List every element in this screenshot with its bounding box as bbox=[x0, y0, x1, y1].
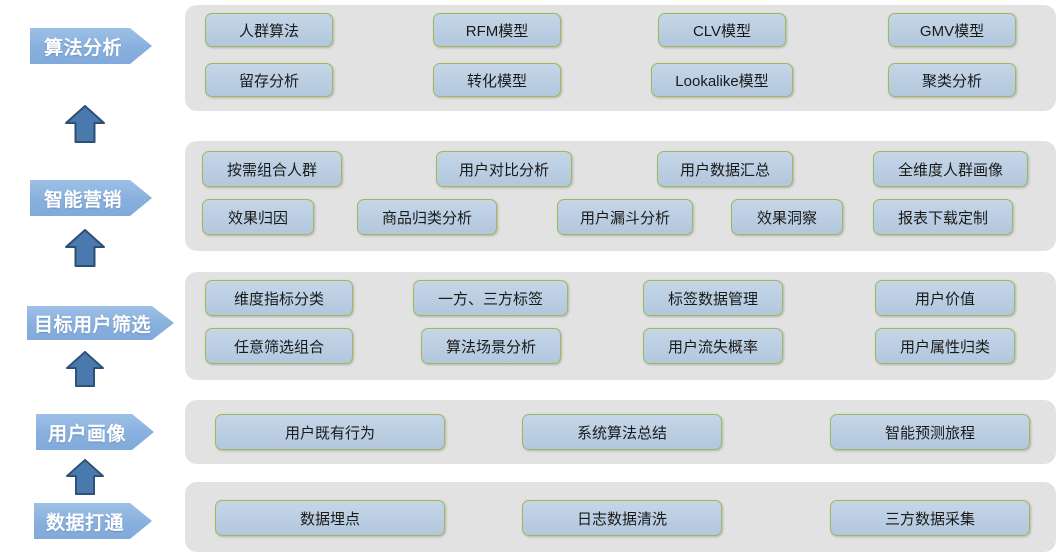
node-item[interactable]: CLV模型 bbox=[658, 13, 786, 47]
node-item[interactable]: 用户流失概率 bbox=[643, 328, 783, 364]
node-item[interactable]: 全维度人群画像 bbox=[873, 151, 1028, 187]
stage-label-rail: 算法分析智能营销目标用户筛选用户画像数据打通 bbox=[0, 0, 185, 558]
node-item[interactable]: 用户对比分析 bbox=[436, 151, 572, 187]
node-label: 全维度人群画像 bbox=[897, 161, 1003, 179]
node-label: 用户属性归类 bbox=[899, 338, 990, 356]
node-item[interactable]: 用户属性归类 bbox=[875, 328, 1015, 364]
node-item[interactable]: 效果归因 bbox=[202, 199, 314, 235]
arrow-up-icon bbox=[64, 228, 106, 268]
node-item[interactable]: Lookalike模型 bbox=[651, 63, 793, 97]
node-item[interactable]: RFM模型 bbox=[433, 13, 561, 47]
stage-label-text: 数据打通 bbox=[45, 512, 124, 534]
node-label: 用户漏斗分析 bbox=[579, 209, 670, 227]
arrow-up-icon bbox=[64, 104, 106, 144]
node-label: 人群算法 bbox=[238, 22, 299, 40]
stage-label-text: 智能营销 bbox=[43, 189, 122, 211]
node-item[interactable]: 人群算法 bbox=[205, 13, 333, 47]
node-label: 算法场景分析 bbox=[445, 338, 536, 356]
node-item[interactable]: 算法场景分析 bbox=[421, 328, 561, 364]
node-label: 三方数据采集 bbox=[884, 510, 975, 528]
node-label: 用户价值 bbox=[914, 290, 975, 308]
node-label: 效果归因 bbox=[227, 209, 288, 227]
node-label: 用户流失概率 bbox=[667, 338, 758, 356]
node-item[interactable]: 日志数据清洗 bbox=[522, 500, 722, 536]
panel-stage-algorithm-analysis: 人群算法 RFM模型 CLV模型 GMV模型留存分析 转化模型 Lookalike模型 聚类… bbox=[185, 5, 1056, 111]
node-label: CLV模型 bbox=[692, 22, 752, 40]
panel-stage-intelligent-marketing: 按需组合人群 用户对比分析 用户数据汇总 全维度人群画像效果归因 商品归类分析 用户漏斗分… bbox=[185, 141, 1056, 251]
stage-label-text: 用户画像 bbox=[47, 423, 126, 445]
node-item[interactable]: 用户数据汇总 bbox=[657, 151, 793, 187]
node-label: 商品归类分析 bbox=[381, 209, 472, 227]
stage-label-stage-data-integration[interactable]: 数据打通 bbox=[34, 503, 152, 539]
node-label: RFM模型 bbox=[465, 22, 529, 40]
node-label: 留存分析 bbox=[238, 72, 299, 90]
node-item[interactable]: 任意筛选组合 bbox=[205, 328, 353, 364]
node-item[interactable]: 报表下载定制 bbox=[873, 199, 1013, 235]
node-label: 转化模型 bbox=[466, 72, 527, 90]
arrow-up-icon bbox=[64, 458, 106, 496]
node-item[interactable]: 用户既有行为 bbox=[215, 414, 445, 450]
node-item[interactable]: 用户价值 bbox=[875, 280, 1015, 316]
node-label: 一方、三方标签 bbox=[437, 290, 543, 308]
node-label: 用户既有行为 bbox=[284, 424, 375, 442]
node-label: 任意筛选组合 bbox=[233, 338, 324, 356]
node-item[interactable]: 数据埋点 bbox=[215, 500, 445, 536]
node-label: 维度指标分类 bbox=[233, 290, 324, 308]
node-item[interactable]: 标签数据管理 bbox=[643, 280, 783, 316]
node-item[interactable]: 效果洞察 bbox=[731, 199, 843, 235]
panel-stage-user-profile: 用户既有行为 系统算法总结 智能预测旅程 bbox=[185, 400, 1056, 464]
stage-label-text: 目标用户筛选 bbox=[33, 314, 151, 336]
node-item[interactable]: 智能预测旅程 bbox=[830, 414, 1030, 450]
stage-label-stage-algorithm-analysis[interactable]: 算法分析 bbox=[30, 28, 152, 64]
node-item[interactable]: 系统算法总结 bbox=[522, 414, 722, 450]
node-item[interactable]: 用户漏斗分析 bbox=[557, 199, 693, 235]
node-label: Lookalike模型 bbox=[675, 72, 769, 90]
node-label: GMV模型 bbox=[919, 22, 985, 40]
node-label: 报表下载定制 bbox=[897, 209, 988, 227]
stage-label-stage-user-profile[interactable]: 用户画像 bbox=[36, 414, 154, 450]
node-item[interactable]: 转化模型 bbox=[433, 63, 561, 97]
arrow-up-icon bbox=[64, 350, 106, 388]
node-label: 效果洞察 bbox=[756, 209, 817, 227]
stage-label-text: 算法分析 bbox=[43, 37, 122, 59]
node-label: 系统算法总结 bbox=[576, 424, 667, 442]
node-item[interactable]: 商品归类分析 bbox=[357, 199, 497, 235]
node-item[interactable]: 留存分析 bbox=[205, 63, 333, 97]
node-label: 数据埋点 bbox=[299, 510, 360, 528]
panel-stage-target-user-filter: 维度指标分类 一方、三方标签 标签数据管理 用户价值任意筛选组合 算法场景分析 用户流失概… bbox=[185, 272, 1056, 380]
node-label: 用户对比分析 bbox=[458, 161, 549, 179]
node-item[interactable]: GMV模型 bbox=[888, 13, 1016, 47]
node-item[interactable]: 三方数据采集 bbox=[830, 500, 1030, 536]
node-item[interactable]: 按需组合人群 bbox=[202, 151, 342, 187]
node-label: 用户数据汇总 bbox=[679, 161, 770, 179]
node-label: 按需组合人群 bbox=[226, 161, 317, 179]
node-item[interactable]: 聚类分析 bbox=[888, 63, 1016, 97]
node-label: 智能预测旅程 bbox=[884, 424, 975, 442]
stage-label-stage-target-user-filter[interactable]: 目标用户筛选 bbox=[27, 306, 174, 340]
stage-label-stage-intelligent-marketing[interactable]: 智能营销 bbox=[30, 180, 152, 216]
node-label: 标签数据管理 bbox=[667, 290, 758, 308]
node-item[interactable]: 维度指标分类 bbox=[205, 280, 353, 316]
node-label: 聚类分析 bbox=[921, 72, 982, 90]
node-label: 日志数据清洗 bbox=[576, 510, 667, 528]
node-item[interactable]: 一方、三方标签 bbox=[413, 280, 568, 316]
panel-stage-data-integration: 数据埋点 日志数据清洗 三方数据采集 bbox=[185, 482, 1056, 552]
